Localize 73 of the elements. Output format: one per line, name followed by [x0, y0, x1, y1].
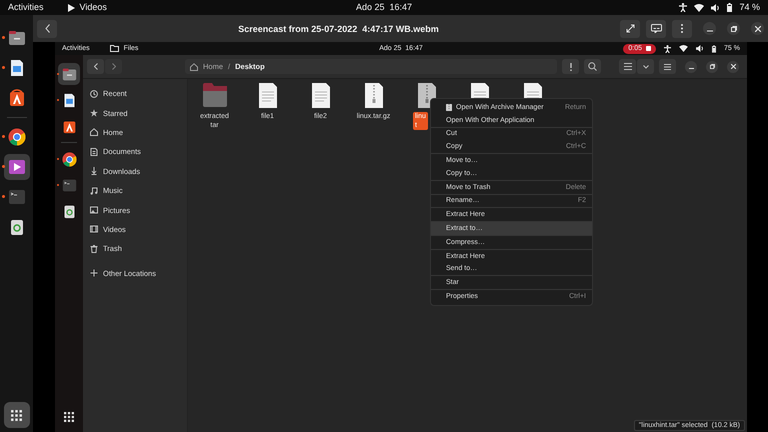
- text-document-icon: [62, 92, 76, 108]
- back-icon: [94, 63, 98, 70]
- folder-icon[interactable]: [202, 83, 226, 109]
- music-note-icon: [90, 186, 98, 195]
- list-view-button[interactable]: [619, 59, 636, 74]
- subtitles-button[interactable]: [646, 20, 666, 38]
- maximize-button[interactable]: [727, 22, 740, 35]
- browser-icon: [62, 152, 76, 166]
- document-icon: [90, 148, 98, 156]
- accessibility-icon[interactable]: [679, 3, 688, 12]
- forward-button[interactable]: [105, 59, 122, 74]
- forward-icon: [112, 63, 116, 70]
- terminal-icon: [62, 178, 76, 192]
- browser-icon: [8, 128, 26, 146]
- battery-icon[interactable]: [712, 44, 716, 52]
- window-title: Screencast from 25-07-2022 4:47:17 WB.webm: [237, 24, 440, 34]
- wifi-icon[interactable]: [679, 45, 688, 52]
- show-apps-button[interactable]: [4, 402, 30, 428]
- film-icon: [90, 225, 98, 234]
- activities-button[interactable]: Activities: [8, 2, 44, 13]
- restore-icon: [710, 64, 714, 69]
- folder-icon: [8, 29, 26, 47]
- app-grid-icon: [64, 412, 74, 422]
- home-icon: [90, 128, 98, 136]
- terminal-icon: [8, 188, 26, 206]
- back-icon: [44, 24, 50, 33]
- accessibility-icon[interactable]: [664, 44, 672, 52]
- wifi-icon[interactable]: [694, 4, 704, 12]
- minimize-button[interactable]: [703, 22, 716, 35]
- plus-icon: [90, 269, 98, 278]
- subtitles-icon: [650, 24, 662, 33]
- clock[interactable]: Ado 25 16:47: [356, 2, 412, 13]
- back-button[interactable]: [37, 20, 57, 38]
- play-icon: [68, 4, 75, 12]
- search-icon: [588, 62, 597, 71]
- info-button[interactable]: [562, 59, 579, 74]
- close-button[interactable]: [727, 60, 739, 72]
- download-icon: [90, 167, 98, 176]
- play-icon: [8, 158, 26, 176]
- caret-icon: [642, 64, 648, 68]
- view-options-button[interactable]: [637, 59, 654, 74]
- image-icon: [90, 206, 98, 214]
- volume-icon[interactable]: [696, 45, 704, 52]
- app-menu[interactable]: Videos: [80, 2, 107, 13]
- app-grid-icon: [11, 410, 22, 420]
- minimize-button[interactable]: [685, 60, 697, 72]
- trash-icon: [90, 244, 98, 253]
- expand-icon: [626, 24, 634, 33]
- star-icon: [90, 109, 98, 118]
- list-icon: [624, 63, 632, 70]
- close-icon: [754, 26, 760, 32]
- shopping-bag-icon: [62, 118, 76, 134]
- trash-icon: [62, 204, 76, 218]
- fullscreen-button[interactable]: [620, 20, 640, 38]
- home-icon: [190, 62, 198, 70]
- stop-icon: [646, 46, 652, 51]
- close-icon: [730, 64, 736, 69]
- folder-icon: [110, 45, 119, 52]
- menu-icon: [664, 64, 671, 70]
- dock-button[interactable]: [4, 154, 30, 180]
- restore-icon: [730, 26, 736, 32]
- maximize-button[interactable]: [706, 60, 718, 72]
- search-button[interactable]: [584, 59, 601, 74]
- close-button[interactable]: [751, 22, 764, 35]
- shopping-bag-icon: [8, 89, 26, 107]
- more-button[interactable]: [672, 20, 692, 38]
- folder-icon: [62, 66, 76, 82]
- battery-icon[interactable]: [727, 3, 732, 12]
- volume-icon[interactable]: [711, 4, 720, 12]
- clock-icon: [90, 90, 98, 98]
- menu-button[interactable]: [659, 59, 676, 74]
- back-button[interactable]: [87, 59, 104, 74]
- battery-percentage: 74 %: [739, 2, 760, 13]
